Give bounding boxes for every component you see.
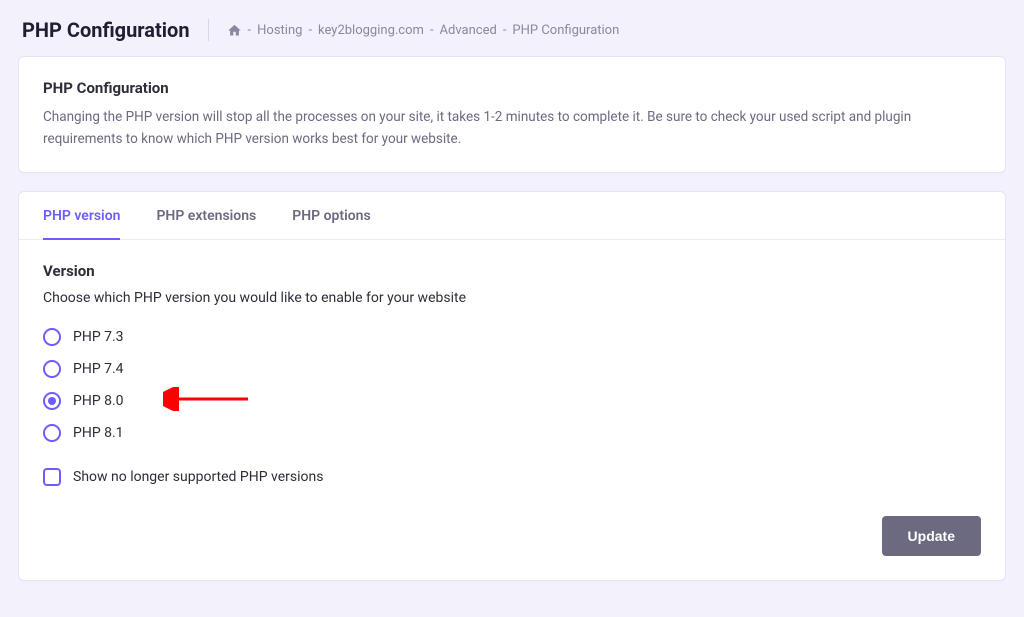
info-card-text: Changing the PHP version will stop all t…: [43, 107, 981, 150]
radio-icon: [43, 360, 61, 378]
radio-icon: [43, 424, 61, 442]
radio-php-7-4[interactable]: PHP 7.4: [43, 360, 981, 378]
tabs: PHP version PHP extensions PHP options: [19, 192, 1005, 240]
divider: [208, 19, 209, 41]
settings-card: PHP version PHP extensions PHP options V…: [18, 191, 1006, 581]
radio-icon: [43, 392, 61, 410]
radio-label: PHP 8.0: [73, 393, 124, 409]
info-card: PHP Configuration Changing the PHP versi…: [18, 56, 1006, 173]
radio-php-8-0[interactable]: PHP 8.0: [43, 392, 981, 410]
breadcrumb-sep: -: [430, 23, 434, 38]
tab-php-extensions[interactable]: PHP extensions: [156, 192, 256, 240]
version-description: Choose which PHP version you would like …: [43, 290, 981, 306]
breadcrumb-hosting[interactable]: Hosting: [257, 23, 302, 38]
footer: Update: [43, 516, 981, 556]
info-card-title: PHP Configuration: [43, 79, 981, 97]
version-title: Version: [43, 262, 981, 280]
show-unsupported-checkbox[interactable]: Show no longer supported PHP versions: [43, 468, 981, 486]
page-title: PHP Configuration: [22, 18, 190, 42]
breadcrumb-sep: -: [308, 23, 312, 38]
tab-php-options[interactable]: PHP options: [292, 192, 370, 240]
arrow-annotation-icon: [163, 387, 253, 415]
radio-php-8-1[interactable]: PHP 8.1: [43, 424, 981, 442]
checkbox-icon: [43, 468, 61, 486]
breadcrumb-sep: -: [248, 23, 252, 38]
tab-php-version[interactable]: PHP version: [43, 192, 120, 240]
breadcrumb-domain[interactable]: key2blogging.com: [318, 23, 424, 38]
breadcrumb-advanced[interactable]: Advanced: [440, 23, 497, 38]
update-button[interactable]: Update: [882, 516, 981, 556]
version-radio-group: PHP 7.3 PHP 7.4 PHP 8.0: [43, 328, 981, 442]
home-icon[interactable]: [227, 23, 242, 38]
radio-label: PHP 7.3: [73, 329, 124, 345]
radio-label: PHP 8.1: [73, 425, 124, 441]
page-header: PHP Configuration - Hosting - key2bloggi…: [18, 0, 1006, 56]
breadcrumb-page: PHP Configuration: [512, 23, 619, 38]
radio-icon: [43, 328, 61, 346]
radio-php-7-3[interactable]: PHP 7.3: [43, 328, 981, 346]
radio-label: PHP 7.4: [73, 361, 124, 377]
tab-content: Version Choose which PHP version you wou…: [19, 240, 1005, 580]
breadcrumb: - Hosting - key2blogging.com - Advanced …: [227, 23, 620, 38]
breadcrumb-sep: -: [503, 23, 507, 38]
checkbox-label: Show no longer supported PHP versions: [73, 469, 323, 485]
